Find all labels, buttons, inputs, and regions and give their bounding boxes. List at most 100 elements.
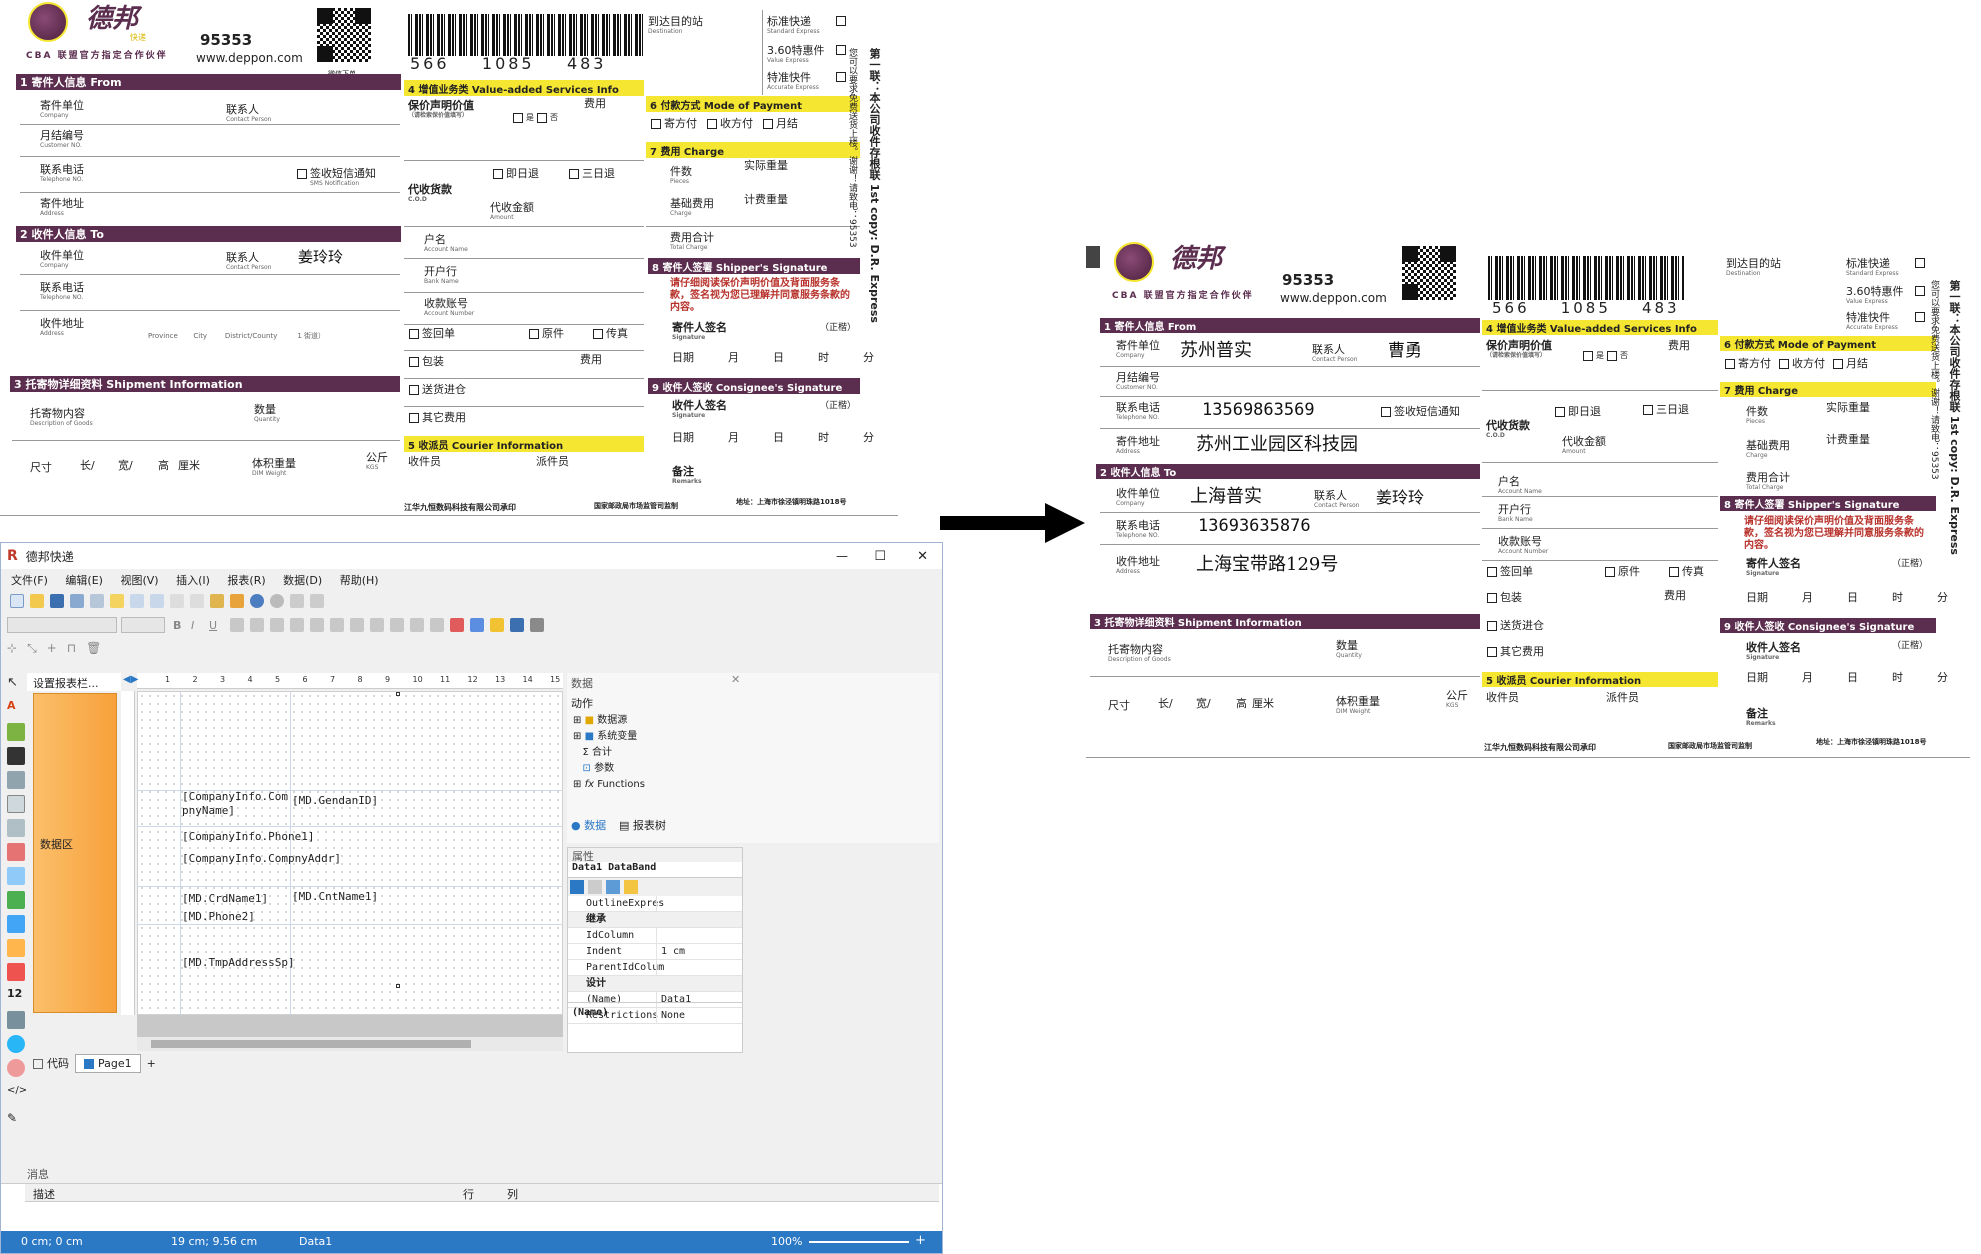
border-icon[interactable] [390,618,404,632]
valign-bottom-icon[interactable] [350,618,364,632]
bring-front-icon[interactable]: ⊓ [67,641,76,655]
original-checkbox[interactable] [529,329,539,339]
events-icon[interactable] [624,880,638,894]
align-center-icon[interactable] [250,618,264,632]
insured-no-checkbox[interactable] [537,112,547,123]
property-value[interactable] [656,912,742,927]
font-name-dropdown[interactable] [7,617,117,633]
frame-icon[interactable] [410,618,424,632]
svc-accurate-checkbox[interactable] [1915,312,1925,322]
format-painter-icon[interactable] [230,594,244,608]
gauge-tool-icon[interactable] [7,1059,25,1077]
tab-add[interactable]: + [141,1055,162,1072]
copy-page-icon[interactable] [130,594,144,608]
pointer-tool-icon[interactable]: ↖ [7,675,25,693]
pay-monthly-checkbox[interactable] [763,119,773,129]
pay-sender-checkbox[interactable] [651,119,661,129]
property-row[interactable]: Indent 1 cm [568,944,742,960]
sms-checkbox[interactable] [1381,407,1391,417]
field-tmp-address[interactable]: [MD.TmpAddressSp] [182,956,295,969]
svc-standard-checkbox[interactable] [1915,258,1925,268]
property-row[interactable]: ParentIdColum [568,960,742,976]
property-value[interactable]: 1 cm [656,944,742,959]
text-color-icon[interactable] [370,618,384,632]
matrix-tool-icon[interactable] [7,819,25,837]
menu-data[interactable]: 数据(D) [283,574,322,587]
original-checkbox[interactable] [1605,567,1615,577]
col-desc[interactable]: 描述 [33,1186,55,1202]
checkbox-tool-icon[interactable] [7,891,25,909]
property-value[interactable] [656,928,742,943]
tab-data[interactable]: ● 数据 [571,817,606,833]
tree-parameters[interactable]: ⊡ 参数 [573,761,645,777]
design-horizontal-scrollbar[interactable] [137,1037,563,1051]
undo-icon[interactable] [250,594,264,608]
col-col[interactable]: 列 [507,1186,518,1202]
preview-icon[interactable] [90,594,104,608]
fit-to-grid-icon[interactable]: ⤡ [27,641,37,656]
justify-icon[interactable] [290,618,304,632]
band-data-area[interactable]: 数据区 [33,693,117,1013]
fax-checkbox[interactable] [593,329,603,339]
highlight-icon[interactable] [470,618,484,632]
tree-totals[interactable]: Σ 合计 [573,745,645,761]
package-checkbox[interactable] [409,357,419,367]
properties-object-select[interactable]: Data1 DataBand [568,862,742,878]
band-header[interactable]: 设置报表栏... [27,673,121,691]
tree-functions[interactable]: ⊞ fx Functions [573,777,645,793]
paste-icon[interactable] [210,594,224,608]
field-gendan-id[interactable]: [MD.GendanID] [292,794,378,807]
field-company-address[interactable]: [CompanyInfo.CompnyAddr] [182,852,341,865]
italic-icon[interactable]: I [191,619,209,632]
chart-tool-icon[interactable] [7,915,25,933]
subreport-tool-icon[interactable] [7,771,25,789]
minimize-button[interactable]: — [836,549,848,563]
properties-icon[interactable] [606,880,620,894]
page-icon[interactable] [110,594,124,608]
same-day-checkbox[interactable] [493,169,503,179]
grid-icon[interactable] [430,618,444,632]
field-company-name[interactable]: [CompanyInfo.CompnyName] [182,790,290,818]
tab-page1[interactable]: Page1 [75,1053,141,1073]
tree-datasource[interactable]: ⊞ ■ 数据源 [573,713,645,729]
tree-system-vars[interactable]: ⊞ ■ 系统变量 [573,729,645,745]
fax-checkbox[interactable] [1669,567,1679,577]
property-category[interactable]: 设计 [568,976,742,992]
insured-no-checkbox[interactable] [1607,350,1617,361]
col-row[interactable]: 行 [463,1186,474,1202]
valign-middle-icon[interactable] [330,618,344,632]
new-report-icon[interactable] [10,594,24,608]
zoom-slider[interactable] [809,1241,909,1243]
three-day-checkbox[interactable] [1643,405,1653,415]
other-fee-checkbox[interactable] [1487,647,1497,657]
pay-monthly-checkbox[interactable] [1833,359,1843,369]
menu-edit[interactable]: 编辑(E) [65,574,103,587]
three-day-checkbox[interactable] [569,169,579,179]
save-all-icon[interactable] [70,594,84,608]
fill-color-icon[interactable] [450,618,464,632]
scroll-thumb[interactable] [151,1040,471,1048]
font-size-dropdown[interactable] [121,617,165,633]
categorized-icon[interactable] [570,880,584,894]
copy-icon[interactable] [190,594,204,608]
insured-yes-checkbox[interactable] [513,112,523,123]
globe-tool-icon[interactable] [7,1035,25,1053]
pen-color-icon[interactable] [490,618,504,632]
warehousing-checkbox[interactable] [1487,621,1497,631]
property-row[interactable]: IdColumn [568,928,742,944]
field-crd-name[interactable]: [MD.CrdName1] [182,892,268,905]
richtext-tool-icon[interactable] [7,843,25,861]
pay-sender-checkbox[interactable] [1725,359,1735,369]
barcode-tool-icon[interactable] [7,747,25,765]
other-fee-checkbox[interactable] [409,413,419,423]
return-receipt-checkbox[interactable] [409,329,419,339]
property-value[interactable] [656,960,742,975]
menu-report[interactable]: 报表(R) [227,574,265,587]
menu-view[interactable]: 视图(V) [120,574,158,587]
property-value[interactable] [656,896,742,911]
open-folder-icon[interactable] [30,594,44,608]
menu-help[interactable]: 帮助(H) [340,574,379,587]
svc-360-checkbox[interactable] [836,45,846,55]
delete-icon[interactable]: 🗑 [86,641,101,655]
paste-page-icon[interactable] [150,594,164,608]
